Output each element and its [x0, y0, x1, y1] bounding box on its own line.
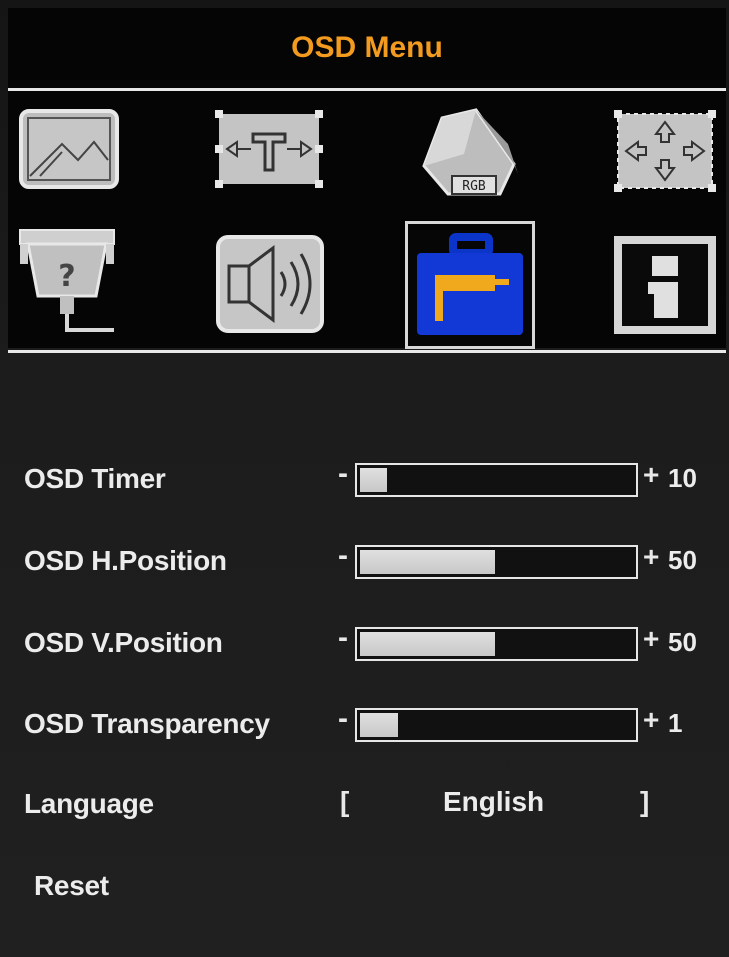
osd-title-bar: OSD Menu: [8, 8, 726, 88]
setting-row-language[interactable]: Language [ English ]: [0, 780, 729, 830]
setting-value: 50: [668, 545, 697, 575]
setting-value: 50: [668, 627, 697, 657]
color-rgb-icon[interactable]: RGB: [418, 104, 530, 200]
decrease-button[interactable]: -: [338, 539, 348, 573]
input-source-icon[interactable]: ?: [16, 228, 120, 338]
osd-title: OSD Menu: [291, 31, 443, 64]
decrease-button[interactable]: -: [338, 621, 348, 655]
increase-button[interactable]: +: [643, 623, 659, 655]
audio-icon[interactable]: [215, 234, 325, 334]
reset-label[interactable]: Reset: [34, 870, 109, 902]
decrease-button[interactable]: -: [338, 702, 348, 736]
slider-fill: [360, 468, 387, 492]
osd-h-position-slider[interactable]: [355, 545, 638, 579]
setting-label: OSD Timer: [24, 463, 166, 494]
setting-label: Language: [24, 788, 154, 819]
close-bracket: ]: [640, 786, 650, 817]
increase-button[interactable]: +: [643, 541, 659, 573]
language-value[interactable]: English: [443, 786, 544, 818]
osd-transparency-slider[interactable]: [355, 708, 638, 742]
divider: [8, 350, 726, 353]
open-bracket: [: [340, 786, 350, 817]
increase-button[interactable]: +: [643, 704, 659, 736]
osd-v-position-slider[interactable]: [355, 627, 638, 661]
picture-icon[interactable]: [18, 108, 120, 190]
position-icon[interactable]: [612, 108, 718, 194]
decrease-button[interactable]: -: [338, 457, 348, 491]
setting-label: OSD Transparency: [24, 708, 270, 739]
slider-fill: [360, 713, 398, 737]
setting-label: OSD H.Position: [24, 545, 227, 576]
rgb-text: RGB: [462, 179, 486, 194]
setting-value: 1: [668, 708, 683, 738]
setting-row-osd-transparency[interactable]: OSD Transparency - + 1: [0, 700, 729, 750]
slider-fill: [360, 632, 495, 656]
setting-label: OSD V.Position: [24, 627, 223, 658]
setting-value: 10: [668, 463, 697, 493]
information-icon[interactable]: [614, 236, 716, 334]
svg-text:?: ?: [58, 259, 75, 294]
osd-timer-slider[interactable]: [355, 463, 638, 497]
geometry-icon[interactable]: [213, 108, 325, 190]
setting-row-osd-v-position[interactable]: OSD V.Position - + 50: [0, 619, 729, 669]
increase-button[interactable]: +: [643, 459, 659, 491]
osd-menu: OSD Menu RGB ? OSD Timer - + 10 OSD H.Po…: [0, 0, 729, 957]
osd-setup-toolbox-icon[interactable]: [413, 233, 527, 339]
setting-row-reset[interactable]: Reset: [0, 862, 729, 912]
setting-row-osd-h-position[interactable]: OSD H.Position - + 50: [0, 537, 729, 587]
slider-fill: [360, 550, 495, 574]
setting-row-osd-timer[interactable]: OSD Timer - + 10: [0, 455, 729, 505]
